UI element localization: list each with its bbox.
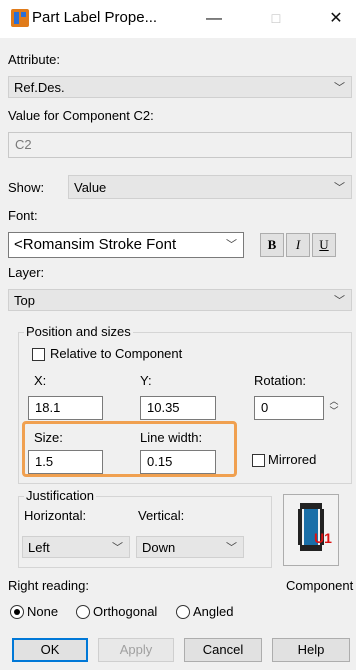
y-input[interactable]: 10.35 [140,396,216,420]
svg-text:U1: U1 [314,530,332,546]
size-linewidth-highlight [22,421,237,477]
underline-button[interactable]: U [312,233,336,257]
minimize-button[interactable]: — [194,4,234,34]
app-icon [11,9,29,27]
italic-button[interactable]: I [286,233,310,257]
radio-none[interactable] [10,605,24,619]
rotation-label: Rotation: [254,373,307,388]
chevron-down-icon: ﹀ [226,239,237,251]
mirrored-label: Mirrored [268,452,317,467]
position-group-legend: Position and sizes [24,324,133,339]
layer-label: Layer: [8,265,45,280]
apply-button[interactable]: Apply [98,638,174,662]
show-value: Value [74,180,107,195]
mirrored-checkbox[interactable] [252,454,265,467]
horizontal-value: Left [28,540,50,555]
component-icon: U1 [298,503,332,551]
x-label: X: [34,373,47,388]
chevron-down-icon: ﹀ [112,542,123,554]
component-button-label: Component [286,578,354,593]
vertical-select[interactable]: Down ﹀ [136,536,244,558]
chevron-down-icon: ﹀ [226,542,237,554]
chevron-down-icon: ﹀ [334,182,345,194]
show-select[interactable]: Value ﹀ [68,175,352,199]
relative-label: Relative to Component [50,346,183,361]
y-label: Y: [140,373,152,388]
chevron-down-icon: ﹀ [334,295,345,307]
horizontal-label: Horizontal: [24,508,87,523]
font-select[interactable]: <Romansim Stroke Font ﹀ [8,232,244,258]
horizontal-select[interactable]: Left ﹀ [22,536,130,558]
radio-angled-label: Angled [193,604,234,619]
close-button[interactable]: ✕ [316,4,356,34]
component-value-field: C2 [8,132,352,158]
chevron-up-icon[interactable]: ︿ [328,396,340,406]
radio-none-label: None [27,604,59,619]
attribute-label: Attribute: [8,52,61,67]
component-value-label: Value for Component C2: [8,108,154,123]
font-value: <Romansim Stroke Font [14,236,177,253]
attribute-value: Ref.Des. [14,80,65,95]
layer-value: Top [14,293,35,308]
layer-select[interactable]: Top ﹀ [8,289,352,311]
window-title: Part Label Prope... [32,9,158,26]
maximize-button[interactable]: ☐ [256,4,296,34]
rotation-input[interactable]: 0 [254,396,324,420]
title-bar: Part Label Prope... — ☐ ✕ [0,0,356,38]
font-label: Font: [8,208,38,223]
radio-orthogonal-label: Orthogonal [93,604,158,619]
justification-legend: Justification [24,488,96,503]
component-button[interactable]: U1 [283,494,339,566]
x-input[interactable]: 18.1 [28,396,103,420]
chevron-down-icon: ﹀ [334,82,345,94]
show-label: Show: [8,180,45,195]
relative-checkbox[interactable] [32,348,45,361]
cancel-button[interactable]: Cancel [184,638,262,662]
bold-button[interactable]: B [260,233,284,257]
vertical-label: Vertical: [138,508,185,523]
right-reading-label: Right reading: [8,578,89,593]
rotation-spinner[interactable]: ︿ ﹀ [328,396,340,416]
radio-angled[interactable] [176,605,190,619]
ok-button[interactable]: OK [12,638,88,662]
chevron-down-icon[interactable]: ﹀ [328,406,340,416]
attribute-select[interactable]: Ref.Des. ﹀ [8,76,352,98]
vertical-value: Down [142,540,176,555]
help-button[interactable]: Help [272,638,350,662]
radio-orthogonal[interactable] [76,605,90,619]
